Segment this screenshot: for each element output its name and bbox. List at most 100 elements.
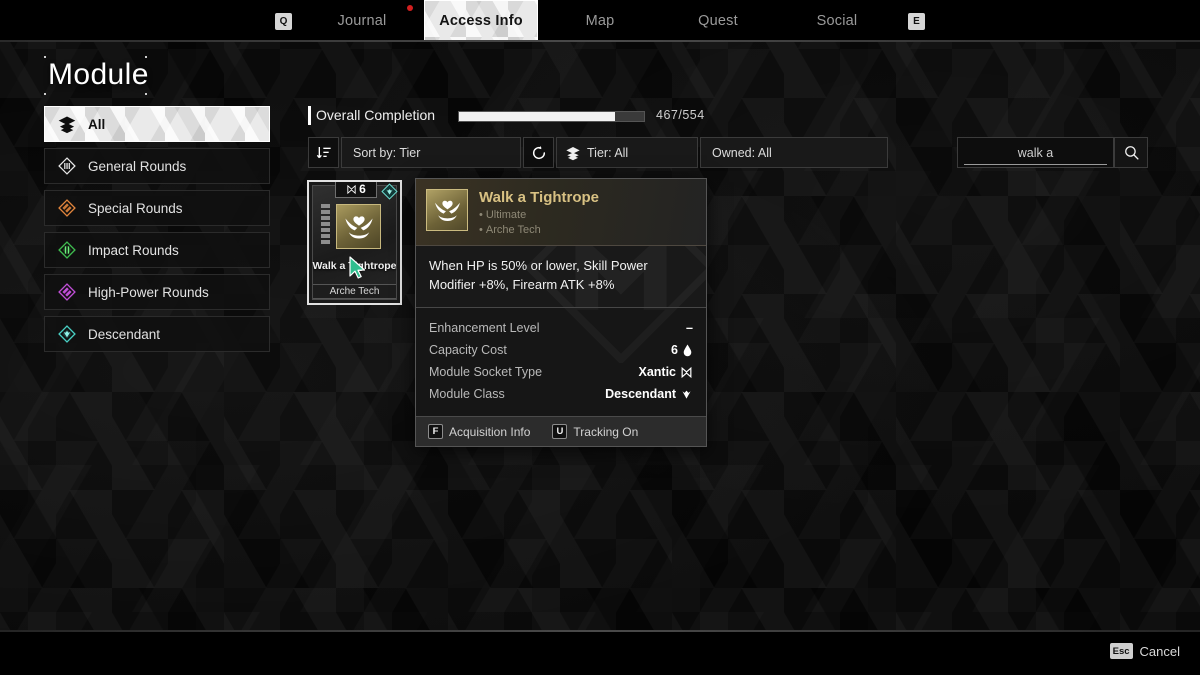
refresh-icon: [532, 145, 545, 159]
reset-filters-button[interactable]: [523, 137, 554, 168]
search-icon: [1124, 146, 1139, 160]
tab-map[interactable]: Map: [543, 0, 657, 42]
sidebar-item-label: Descendant: [88, 326, 161, 342]
module-detail-tooltip: Walk a Tightrope • Ultimate • Arche Tech W…: [415, 178, 707, 448]
stat-value-text: Descendant: [605, 387, 676, 402]
sidebar: All General Rounds Special Rounds Impact…: [44, 106, 270, 358]
stat-value: Xantic: [638, 365, 693, 379]
sidebar-item-special-rounds[interactable]: Special Rounds: [44, 190, 270, 226]
module-class-badge: [381, 183, 398, 200]
page-title: Module: [48, 58, 149, 91]
title-tick: [145, 56, 147, 58]
title-tick: [44, 56, 46, 58]
owned-filter-label: Owned: All: [712, 145, 772, 160]
descendant-class-icon: [682, 390, 691, 399]
tooltip-tier-label: Ultimate: [485, 209, 527, 222]
completion-progress-fill: [459, 112, 615, 121]
stat-value: 6: [671, 343, 693, 357]
sidebar-item-high-power-rounds[interactable]: High-Power Rounds: [44, 274, 270, 310]
tab-social[interactable]: Social: [780, 0, 894, 42]
bullet-glyph: •: [479, 209, 483, 222]
sidebar-item-all[interactable]: All: [44, 106, 270, 142]
sort-descending-icon: [316, 146, 331, 158]
xantic-socket-icon: [347, 184, 356, 194]
tooltip-category-label: Arche Tech: [485, 224, 541, 237]
stat-row-capacity-cost: Capacity Cost 6: [429, 339, 693, 361]
chip-contacts: [321, 204, 330, 250]
key-badge-f: F: [428, 424, 443, 440]
sidebar-item-descendant[interactable]: Descendant: [44, 316, 270, 352]
module-capacity-cost-badge: 6: [335, 182, 377, 198]
tab-quest[interactable]: Quest: [661, 0, 775, 42]
stat-row-module-class: Module Class Descendant: [429, 383, 693, 405]
completion-label: Overall Completion: [316, 107, 436, 123]
bullet-glyph: •: [479, 224, 483, 237]
key-badge-e[interactable]: E: [908, 13, 925, 30]
stat-value: Descendant: [605, 387, 693, 401]
special-rounds-icon: [58, 199, 76, 217]
tooltip-thumbnail: [426, 189, 468, 231]
layers-icon: [566, 146, 580, 160]
sidebar-item-general-rounds[interactable]: General Rounds: [44, 148, 270, 184]
sort-order-button[interactable]: [308, 137, 339, 168]
tooltip-footer-actions: F Acquisition Info U Tracking On: [416, 416, 706, 447]
tracking-toggle-label: Tracking On: [573, 424, 639, 439]
acquisition-info-label: Acquisition Info: [449, 424, 531, 439]
title-tick: [44, 93, 46, 95]
stat-row-enhancement-level: Enhancement Level –: [429, 317, 693, 339]
search-input[interactable]: walk a: [957, 137, 1114, 168]
tooltip-description: When HP is 50% or lower, Skill Power Mod…: [416, 246, 706, 309]
module-card-category: Arche Tech: [313, 284, 396, 299]
sidebar-item-label: Impact Rounds: [88, 242, 179, 258]
acquisition-info-action[interactable]: F Acquisition Info: [428, 424, 531, 440]
mouse-cursor: [349, 256, 366, 279]
xantic-socket-icon: [681, 366, 692, 378]
tooltip-module-name: Walk a Tightrope: [479, 189, 600, 206]
content-area: Overall Completion 467/554 Sort by: Tier: [308, 104, 1148, 168]
tier-filter-dropdown[interactable]: Tier: All: [556, 137, 698, 168]
overall-completion: Overall Completion 467/554: [308, 104, 1148, 132]
stat-row-module-socket-type: Module Socket Type Xantic: [429, 361, 693, 383]
tooltip-header: Walk a Tightrope • Ultimate • Arche Tech: [416, 179, 706, 247]
tab-quest-label: Quest: [698, 13, 738, 29]
sidebar-item-label: All: [88, 116, 106, 132]
high-power-rounds-icon: [58, 283, 76, 301]
sort-by-dropdown[interactable]: Sort by: Tier: [341, 137, 521, 168]
cancel-label: Cancel: [1139, 643, 1180, 659]
search-button[interactable]: [1114, 137, 1148, 168]
stat-key: Module Class: [429, 387, 505, 402]
winged-heart-icon: [344, 215, 373, 238]
cancel-button[interactable]: Esc Cancel: [1109, 643, 1180, 659]
sort-by-label: Sort by: Tier: [353, 145, 421, 160]
title-tick: [145, 93, 147, 95]
key-badge-u: U: [552, 424, 568, 440]
tier-filter-label: Tier: All: [587, 145, 629, 160]
bottom-action-bar: Esc Cancel: [0, 630, 1200, 675]
layers-icon: [58, 116, 76, 134]
notification-dot: [407, 5, 413, 11]
tab-social-label: Social: [816, 13, 858, 29]
tab-journal[interactable]: Journal: [305, 0, 419, 42]
top-tab-bar: Q Journal Access Info Map Quest Social E: [0, 0, 1200, 42]
stat-value: –: [686, 321, 693, 335]
filter-toolbar: Sort by: Tier Tier: All Owned: All walk …: [308, 137, 1148, 168]
completion-accent-bar: [308, 106, 311, 125]
module-card-walk-a-tightrope[interactable]: 6 Walk a Tightrope Arche Tech: [307, 180, 402, 305]
sidebar-item-impact-rounds[interactable]: Impact Rounds: [44, 232, 270, 268]
tooltip-module-category: • Arche Tech: [479, 224, 599, 236]
stat-value-text: Xantic: [638, 365, 676, 380]
key-badge-q[interactable]: Q: [275, 13, 292, 30]
stat-key: Enhancement Level: [429, 321, 540, 336]
sidebar-item-label: General Rounds: [88, 158, 187, 174]
module-card-art: [336, 204, 381, 249]
sidebar-item-label: Special Rounds: [88, 200, 183, 216]
bottom-bar-divider: [0, 630, 1200, 632]
tracking-toggle-action[interactable]: U Tracking On: [552, 424, 639, 440]
tab-bar-underline: [0, 40, 1200, 42]
descendant-badge-icon: [381, 183, 398, 200]
sidebar-item-label: High-Power Rounds: [88, 284, 209, 300]
tab-journal-label: Journal: [337, 13, 387, 29]
completion-progress-track: [458, 111, 645, 122]
owned-filter-dropdown[interactable]: Owned: All: [700, 137, 888, 168]
tab-access-info[interactable]: Access Info: [424, 0, 538, 42]
